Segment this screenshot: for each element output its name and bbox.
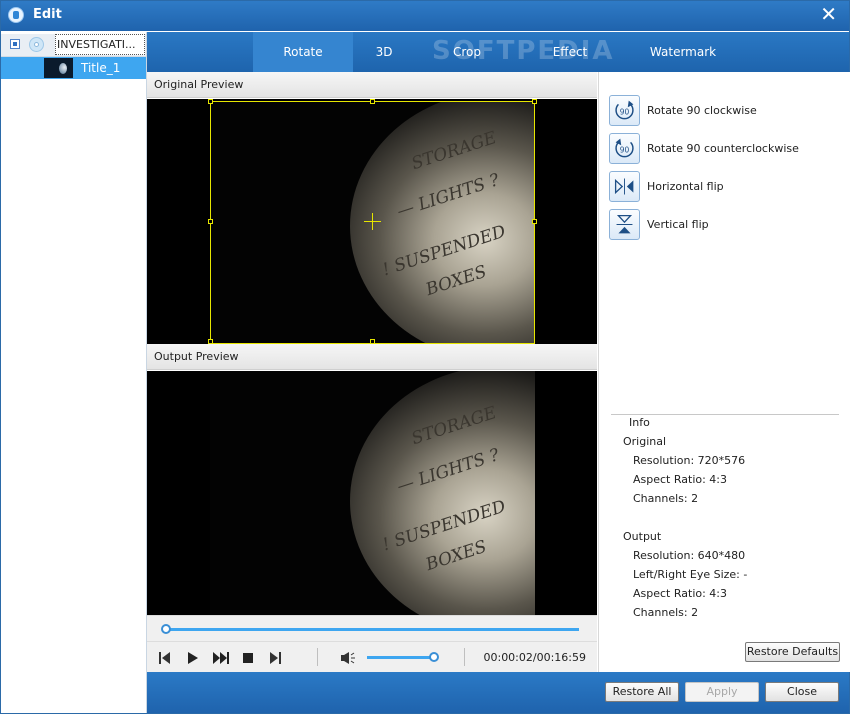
tab-watermark[interactable]: Watermark <box>637 32 729 72</box>
crop-center-crosshair[interactable] <box>364 213 381 230</box>
svg-text:90: 90 <box>620 108 630 117</box>
volume-knob[interactable] <box>428 652 439 662</box>
vertical-flip-label: Vertical flip <box>647 218 709 231</box>
output-preview-video: STORAGE — LIGHTS ? ! SUSPENDED BOXES <box>147 371 597 615</box>
edit-window: Edit ✕ INVESTIGATI... Title_1 SOFTPEDIA … <box>0 0 850 714</box>
app-icon <box>8 7 24 23</box>
info-output-eye-size: Left/Right Eye Size: - <box>633 568 748 581</box>
close-icon[interactable]: ✕ <box>820 4 837 24</box>
skip-back-icon[interactable] <box>159 651 171 665</box>
disc-label: INVESTIGATI... <box>57 38 136 51</box>
restore-defaults-button[interactable]: Restore Defaults <box>745 642 840 662</box>
flip-horizontal-icon[interactable] <box>609 171 640 202</box>
play-icon[interactable] <box>187 651 199 665</box>
info-output-channels: Channels: 2 <box>633 606 699 619</box>
stop-icon[interactable] <box>242 651 254 665</box>
restore-all-button[interactable]: Restore All <box>605 682 679 702</box>
info-output-aspect: Aspect Ratio: 4:3 <box>633 587 728 600</box>
tab-crop[interactable]: Crop <box>437 32 497 72</box>
seek-track[interactable] <box>165 628 579 631</box>
volume-icon[interactable] <box>340 651 356 665</box>
player-controls: 00:00:02/00:16:59 <box>147 641 597 673</box>
info-original-aspect: Aspect Ratio: 4:3 <box>633 473 728 486</box>
volume-track[interactable] <box>367 656 437 659</box>
separator <box>464 648 465 666</box>
separator <box>317 648 318 666</box>
footer-bar: Restore All Apply Close <box>147 672 849 713</box>
rotate-cw-label: Rotate 90 clockwise <box>647 104 757 117</box>
flip-vertical-icon[interactable] <box>609 209 640 240</box>
rotate-ccw-icon[interactable]: 90 <box>609 133 640 164</box>
disc-row[interactable]: INVESTIGATI... <box>1 34 146 57</box>
original-preview-video: STORAGE — LIGHTS ? ! SUSPENDED BOXES <box>147 99 597 344</box>
info-divider <box>611 414 839 415</box>
rotate-cw-icon[interactable]: 90 <box>609 95 640 126</box>
crop-handle[interactable] <box>208 99 213 104</box>
light-spot <box>350 371 535 615</box>
info-output-heading: Output <box>623 530 662 543</box>
output-frame: STORAGE — LIGHTS ? ! SUSPENDED BOXES <box>210 371 535 615</box>
rotate-options-panel: 90 Rotate 90 clockwise 90 Rotate 90 coun… <box>598 72 850 672</box>
rotate-ccw-label: Rotate 90 counterclockwise <box>647 142 799 155</box>
crop-handle[interactable] <box>532 219 537 224</box>
info-output-resolution: Resolution: 640*480 <box>633 549 746 562</box>
crop-handle[interactable] <box>532 99 537 104</box>
window-title: Edit <box>33 7 62 22</box>
seek-bar[interactable] <box>147 615 597 642</box>
disc-icon <box>29 37 44 52</box>
info-original-resolution: Resolution: 720*576 <box>633 454 746 467</box>
svg-text:90: 90 <box>620 146 630 155</box>
crop-handle[interactable] <box>370 99 375 104</box>
horizontal-flip-label: Horizontal flip <box>647 180 724 193</box>
output-preview-header: Output Preview <box>147 344 597 370</box>
info-original-channels: Channels: 2 <box>633 492 699 505</box>
info-original-heading: Original <box>623 435 667 448</box>
close-button[interactable]: Close <box>765 682 839 702</box>
title-row[interactable]: Title_1 <box>1 57 146 79</box>
skip-forward-icon[interactable] <box>269 651 281 665</box>
fast-forward-icon[interactable] <box>213 651 229 665</box>
playback-time: 00:00:02/00:16:59 <box>483 651 586 664</box>
apply-button[interactable]: Apply <box>685 682 759 702</box>
tab-3d[interactable]: 3D <box>353 32 415 72</box>
title-bar: Edit ✕ <box>1 1 849 31</box>
edit-tabs: SOFTPEDIA Rotate 3D Crop Effect Watermar… <box>147 32 849 72</box>
disc-checkbox[interactable] <box>10 39 20 49</box>
crop-handle[interactable] <box>208 219 213 224</box>
title-label: Title_1 <box>81 61 121 75</box>
title-list-panel: INVESTIGATI... Title_1 <box>1 32 147 713</box>
info-title: Info <box>625 416 654 429</box>
original-preview-header: Original Preview <box>147 72 597 98</box>
title-thumbnail <box>44 58 73 78</box>
tab-rotate[interactable]: Rotate <box>253 32 353 72</box>
tab-effect[interactable]: Effect <box>539 32 601 72</box>
seek-knob[interactable] <box>160 624 171 634</box>
